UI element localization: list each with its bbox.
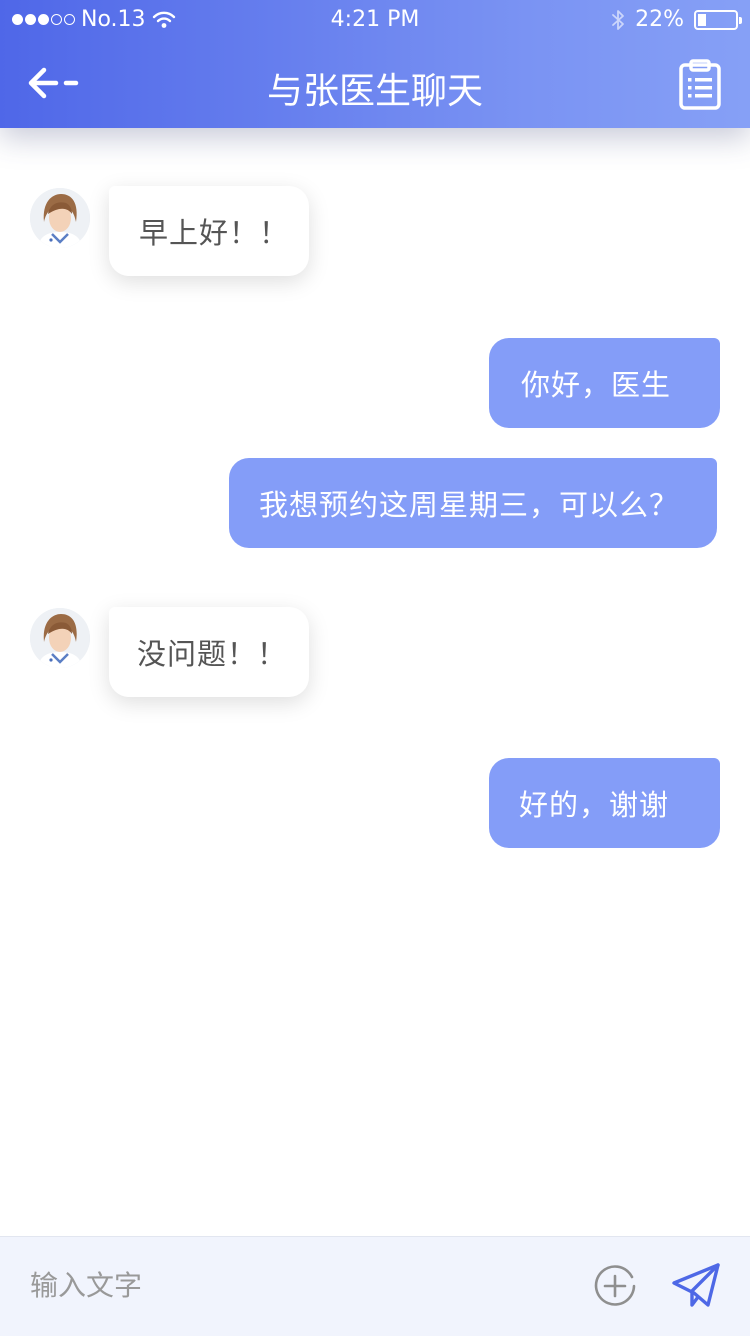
message-input[interactable] — [30, 1259, 550, 1311]
chat-title: 与张医生聊天 — [266, 71, 483, 112]
status-right: 22% — [611, 7, 742, 32]
battery-icon — [694, 9, 742, 30]
bluetooth-icon — [612, 9, 624, 30]
plus-circle-icon — [594, 1265, 636, 1306]
message-text: 好的，谢谢 — [519, 788, 670, 822]
message-bubble-incoming[interactable]: 没问题！！ — [109, 607, 309, 697]
battery-level — [698, 13, 706, 26]
battery-percent: 22% — [635, 7, 684, 32]
clipboard-button[interactable] — [678, 58, 722, 110]
doctor-avatar[interactable] — [30, 188, 90, 248]
message-text: 我想预约这周星期三，可以么？ — [259, 488, 680, 522]
doctor-avatar[interactable] — [30, 608, 90, 668]
input-bar — [0, 1236, 750, 1336]
chat-area[interactable]: 早上好！！ 你好，医生 我想预约这周星期三，可以么？ 没问题！！ 好的，谢谢 — [0, 128, 750, 1236]
add-button[interactable] — [592, 1263, 638, 1309]
message-bubble-outgoing[interactable]: 好的，谢谢 — [489, 758, 720, 848]
message-text: 你好，医生 — [521, 368, 672, 402]
message-bubble-incoming[interactable]: 早上好！！ — [109, 186, 309, 276]
message-text: 早上好！！ — [139, 216, 290, 250]
message-bubble-outgoing[interactable]: 我想预约这周星期三，可以么？ — [229, 458, 717, 548]
clipboard-list-icon — [679, 59, 721, 110]
message-text: 没问题！！ — [137, 637, 288, 671]
app-header: No.13 4:21 PM 22% 与张医生聊天 — [0, 0, 750, 128]
send-button[interactable] — [670, 1261, 722, 1311]
status-bar: No.13 4:21 PM 22% — [0, 0, 750, 40]
send-icon — [672, 1263, 720, 1307]
message-bubble-outgoing[interactable]: 你好，医生 — [489, 338, 720, 428]
